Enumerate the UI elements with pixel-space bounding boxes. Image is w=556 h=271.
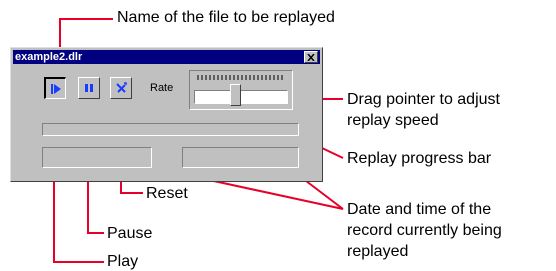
callout-drag-pointer-1: Drag pointer to adjust <box>347 91 500 108</box>
record-time-field <box>182 147 299 168</box>
callout-file-name: Name of the file to be replayed <box>117 9 335 26</box>
record-date-field <box>42 147 152 168</box>
play-button[interactable] <box>44 77 66 99</box>
slider-ticks <box>197 75 283 80</box>
title-bar: example2.dlr <box>13 50 320 64</box>
callout-date-time-1: Date and time of the <box>347 201 492 218</box>
callout-drag-pointer-2: replay speed <box>347 112 439 129</box>
callout-play: Play <box>107 253 139 270</box>
callout-pause: Pause <box>107 225 153 242</box>
slider-track <box>194 90 288 104</box>
play-icon <box>50 83 61 94</box>
reset-icon <box>116 82 127 93</box>
close-button[interactable] <box>304 51 318 63</box>
close-icon <box>307 53 315 61</box>
callout-reset: Reset <box>146 185 188 202</box>
replay-progress-bar <box>42 123 299 136</box>
callout-date-time-2: record currently being <box>347 222 502 239</box>
replay-window: example2.dlr Rate <box>10 47 323 182</box>
rate-label: Rate <box>150 82 174 94</box>
callout-progress-bar: Replay progress bar <box>347 150 492 167</box>
pause-button[interactable] <box>78 77 100 99</box>
rate-slider[interactable] <box>189 70 293 110</box>
reset-button[interactable] <box>110 77 132 99</box>
callout-date-time-3: replayed <box>347 243 409 260</box>
slider-thumb[interactable] <box>230 84 241 106</box>
pause-icon <box>85 84 93 92</box>
window-title: example2.dlr <box>15 51 83 63</box>
